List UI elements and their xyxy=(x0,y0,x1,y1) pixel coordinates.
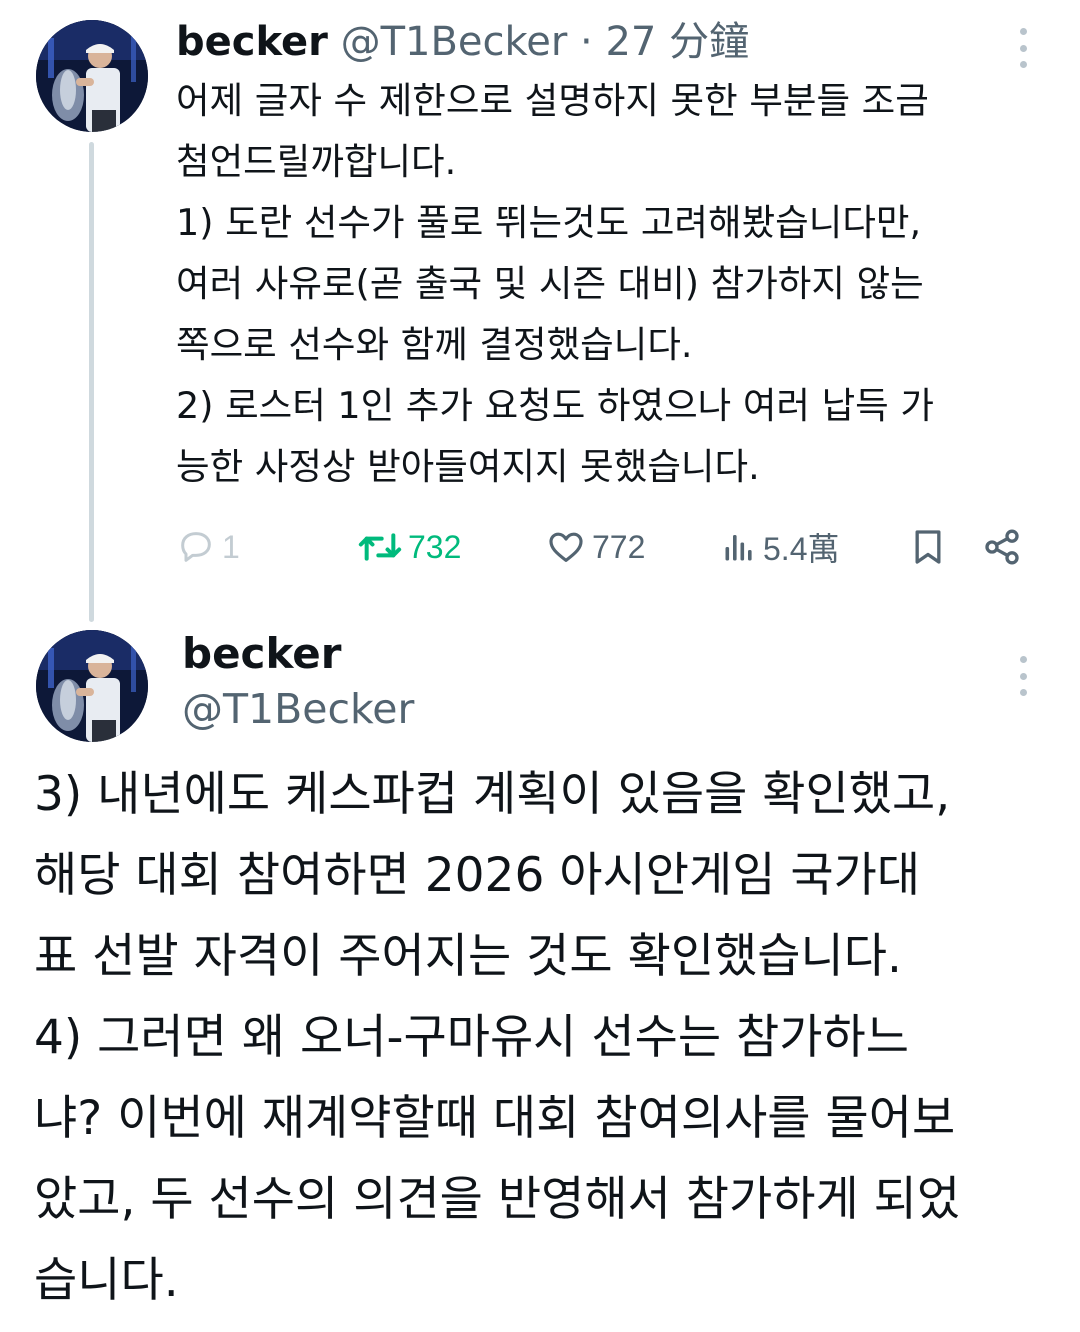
header-separator: · xyxy=(580,19,593,65)
tweet-text-line: 첨언드릴까합니다. xyxy=(176,140,457,183)
tweet-text-line: 2) 로스터 1인 추가 요청도 하였으나 여러 납득 가 xyxy=(176,384,934,427)
view-count: 5.4萬 xyxy=(763,531,840,567)
reply-icon xyxy=(181,532,211,562)
tweet-text-line: 냐? 이번에 재계약할때 대회 참여의사를 물어보 xyxy=(34,1091,956,1146)
share-icon xyxy=(985,529,1019,565)
tweet-header: becker @T1Becker · 27 分鐘 xyxy=(176,16,749,68)
tweet-text-line: 표 선발 자격이 주어지는 것도 확인했습니다. xyxy=(34,929,902,984)
profile-photo-avatar xyxy=(36,20,148,132)
like-button[interactable]: 772 xyxy=(546,520,645,574)
tweet-text: 3) 내년에도 케스파컵 계획이 있음을 확인했고, 해당 대회 참여하면 20… xyxy=(34,754,1054,1321)
heart-icon xyxy=(549,532,583,562)
bookmark-button[interactable] xyxy=(908,520,948,574)
thread-connector-line xyxy=(89,142,94,622)
retweet-count: 732 xyxy=(408,528,462,565)
avatar[interactable] xyxy=(36,630,148,742)
tweet-text-line: 습니다. xyxy=(34,1253,179,1308)
user-handle[interactable]: @T1Becker xyxy=(182,682,414,736)
tweet-text: 어제 글자 수 제한으로 설명하지 못한 부분들 조금 첨언드릴까합니다. 1)… xyxy=(176,70,1056,497)
retweet-button[interactable]: 732 xyxy=(358,520,461,574)
retweet-icon xyxy=(358,533,402,561)
user-handle[interactable]: @T1Becker xyxy=(341,19,568,65)
tweet-text-line: 3) 내년에도 케스파컵 계획이 있음을 확인했고, xyxy=(34,767,951,822)
bookmark-icon xyxy=(915,530,941,564)
views-button[interactable]: 5.4萬 xyxy=(721,520,840,574)
more-vertical-icon[interactable] xyxy=(1013,656,1033,696)
tweet-action-bar: 1 732 772 5.4萬 xyxy=(176,520,1036,574)
like-count: 772 xyxy=(592,528,646,565)
display-name[interactable]: becker xyxy=(182,626,341,682)
tweet-text-line: 쪽으로 선수와 함께 결정했습니다. xyxy=(176,323,693,366)
tweet-text-line: 4) 그러면 왜 오너-구마유시 선수는 참가하느 xyxy=(34,1010,909,1065)
tweet-text-line: 어제 글자 수 제한으로 설명하지 못한 부분들 조금 xyxy=(176,79,929,122)
reply-count: 1 xyxy=(222,528,240,565)
profile-photo-avatar xyxy=(36,630,148,742)
tweet-text-line: 해당 대회 참여하면 2026 아시안게임 국가대 xyxy=(34,848,921,903)
tweet-text-line: 1) 도란 선수가 풀로 뛰는것도 고려해봤습니다만, xyxy=(176,201,922,244)
tweet-text-line: 능한 사정상 받아들여지지 못했습니다. xyxy=(176,445,760,488)
share-button[interactable] xyxy=(982,520,1022,574)
display-name[interactable]: becker xyxy=(176,19,328,65)
post-time[interactable]: 27 分鐘 xyxy=(605,19,749,65)
avatar[interactable] xyxy=(36,20,148,132)
more-vertical-icon[interactable] xyxy=(1013,28,1033,68)
analytics-icon xyxy=(725,535,752,561)
tweet-text-line: 여러 사유로(곧 출국 및 시즌 대비) 참가하지 않는 xyxy=(176,262,924,305)
reply-button[interactable]: 1 xyxy=(176,520,240,574)
tweet-text-line: 았고, 두 선수의 의견을 반영해서 참가하게 되었 xyxy=(34,1172,961,1227)
